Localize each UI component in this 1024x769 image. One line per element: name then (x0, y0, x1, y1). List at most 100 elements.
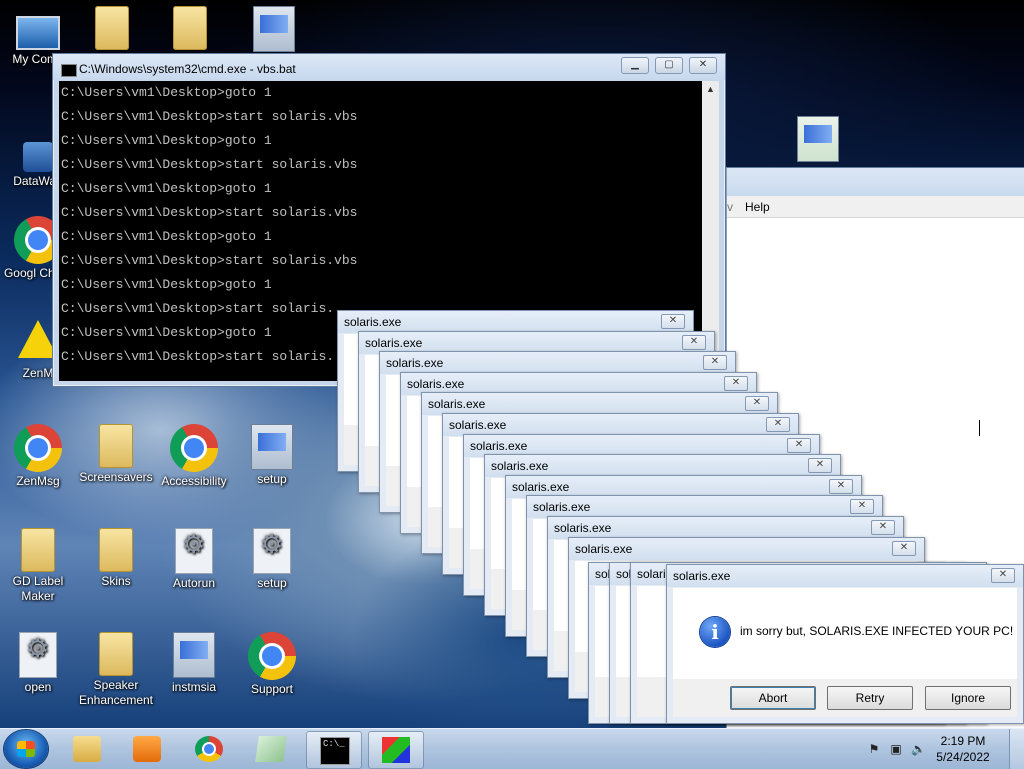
cube-icon (382, 737, 410, 763)
dialog-title: solaris.exe (449, 418, 507, 432)
dialog-close-button[interactable]: ✕ (871, 520, 895, 535)
dialog-titlebar[interactable]: solaris.exe ✕ (485, 455, 840, 477)
gear-file-icon (253, 528, 291, 574)
menu-item-view[interactable]: v (727, 200, 733, 214)
cmd-titlebar[interactable]: C:\Windows\system32\cmd.exe - vbs.bat ▁ … (53, 54, 725, 80)
desktop-icon-zenmsg[interactable]: ZenMsg (0, 424, 76, 489)
desktop-icon-label: GD Label Maker (12, 574, 64, 603)
solaris-dialog[interactable]: solaris.exe ✕ i im sorry but, SOLARIS.EX… (666, 564, 1024, 724)
dialog-close-button[interactable]: ✕ (682, 335, 706, 350)
desktop-icon-open[interactable]: open (0, 632, 76, 695)
desktop-icon-autorun[interactable]: Autorun (156, 528, 232, 591)
dialog-close-button[interactable]: ✕ (991, 568, 1015, 583)
ignore-button[interactable]: Ignore (925, 686, 1011, 710)
dialog-titlebar[interactable]: solaris.exe ✕ (569, 538, 924, 560)
close-button[interactable]: ✕ (689, 57, 717, 74)
cmd-line: C:\Users\vm1\Desktop>start solaris.vbs (61, 109, 358, 124)
desktop-icon-folder-1[interactable] (74, 6, 150, 52)
action-center-icon[interactable]: ⚑ (867, 742, 881, 756)
info-icon: i (700, 617, 730, 647)
desktop-icon-setup-2[interactable]: setup (234, 528, 310, 591)
folder-icon (99, 632, 133, 676)
taskbar-notepad[interactable] (244, 731, 298, 767)
dialog-close-button[interactable]: ✕ (724, 376, 748, 391)
dialog-close-button[interactable]: ✕ (850, 499, 874, 514)
desktop-icon-setup[interactable]: setup (234, 424, 310, 487)
desktop-icon-screensavers[interactable]: Screensavers (78, 424, 154, 485)
dialog-close-button[interactable]: ✕ (745, 396, 769, 411)
abort-button[interactable]: Abort (730, 686, 816, 710)
clock[interactable]: 2:19 PM 5/24/2022 (930, 733, 996, 765)
scroll-up-arrow-icon[interactable]: ▲ (702, 81, 719, 98)
dialog-titlebar[interactable]: solaris.exe ✕ (422, 393, 777, 415)
taskbar-explorer[interactable] (60, 731, 114, 767)
dialog-title: solaris.exe (512, 480, 570, 494)
taskbar-media-player[interactable] (120, 731, 174, 767)
desktop-icon-gd-label-maker[interactable]: GD Label Maker (0, 528, 76, 604)
retry-button[interactable]: Retry (827, 686, 913, 710)
cmd-line: C:\Users\vm1\Desktop>goto 1 (61, 133, 272, 148)
desktop-icon-image[interactable] (780, 116, 856, 164)
start-button[interactable] (4, 730, 48, 768)
setup-icon (251, 424, 293, 470)
dialog-close-button[interactable]: ✕ (766, 417, 790, 432)
cmd-icon: C:\_ (320, 737, 350, 765)
background-app-titlebar[interactable] (727, 168, 1024, 196)
dialog-title: solaris.exe (491, 459, 549, 473)
desktop-icon-support[interactable]: Support (234, 632, 310, 697)
taskbar-solaris[interactable] (368, 731, 424, 769)
dialog-title: solaris.exe (407, 377, 465, 391)
cmd-line: C:\Users\vm1\Desktop>start solaris.vbs (61, 205, 358, 220)
desktop-icon-setup-top[interactable] (236, 6, 312, 54)
dialog-title: solaris.exe (428, 397, 486, 411)
desktop-icon-speaker-enhancement[interactable]: Speaker Enhancement (78, 632, 154, 708)
dialog-title: solaris.exe (386, 356, 444, 370)
dialog-titlebar[interactable]: solaris.exe ✕ (667, 565, 1023, 587)
desktop-icon-label: setup (257, 576, 287, 590)
desktop-icon-label: Autorun (172, 576, 216, 590)
background-app-menubar: v Help (727, 196, 1024, 218)
maximize-button[interactable]: ▢ (655, 57, 683, 74)
dialog-message: im sorry but, SOLARIS.EXE INFECTED YOUR … (740, 624, 1014, 638)
desktop-icon-instmsia[interactable]: instmsia (156, 632, 232, 695)
taskbar-cmd[interactable]: C:\_ (306, 731, 362, 769)
system-tray: ⚑ ▣ 🔈 2:19 PM 5/24/2022 (859, 729, 1024, 769)
dialog-titlebar[interactable]: solaris.exe ✕ (527, 496, 882, 518)
dialog-close-button[interactable]: ✕ (829, 479, 853, 494)
dialog-titlebar[interactable]: solaris.exe ✕ (548, 517, 903, 539)
desktop-icon-skins[interactable]: Skins (78, 528, 154, 589)
setup-icon (173, 632, 215, 678)
chrome-icon (195, 736, 223, 762)
volume-icon[interactable]: 🔈 (911, 742, 926, 756)
dialog-title: solaris.exe (365, 336, 423, 350)
desktop-icon-label: open (24, 680, 52, 694)
dialog-title: solaris.exe (344, 315, 402, 329)
dialog-button-bar: Abort Retry Ignore (673, 679, 1017, 717)
dialog-close-button[interactable]: ✕ (661, 314, 685, 329)
dialog-title: solaris.exe (673, 569, 731, 583)
dialog-titlebar[interactable]: solaris.exe ✕ (443, 414, 798, 436)
media-player-icon (133, 736, 161, 762)
dialog-close-button[interactable]: ✕ (808, 458, 832, 473)
desktop-icon-folder-2[interactable] (152, 6, 228, 52)
network-icon[interactable]: ▣ (889, 742, 903, 756)
desktop: My Comp DataWag Googl Chron ZenM ZenMsg … (0, 0, 1024, 728)
dialog-titlebar[interactable]: solaris.exe ✕ (338, 311, 693, 333)
folder-icon (99, 424, 133, 468)
dialog-close-button[interactable]: ✕ (703, 355, 727, 370)
cmd-icon (61, 64, 77, 77)
desktop-icon-label: Accessibility (161, 474, 227, 488)
minimize-button[interactable]: ▁ (621, 57, 649, 74)
dialog-close-button[interactable]: ✕ (892, 541, 916, 556)
gear-file-icon (175, 528, 213, 574)
desktop-icon-accessibility[interactable]: Accessibility (156, 424, 232, 489)
dialog-titlebar[interactable]: solaris.exe ✕ (380, 352, 735, 374)
explorer-icon (73, 736, 101, 762)
setup-icon (253, 6, 295, 52)
chrome-icon (248, 632, 296, 680)
show-desktop-button[interactable] (1009, 729, 1024, 769)
taskbar: C:\_ ⚑ ▣ 🔈 2:19 PM 5/24/2022 (0, 728, 1024, 769)
dialog-close-button[interactable]: ✕ (787, 438, 811, 453)
menu-item-help[interactable]: Help (745, 200, 770, 214)
taskbar-chrome[interactable] (182, 731, 236, 767)
